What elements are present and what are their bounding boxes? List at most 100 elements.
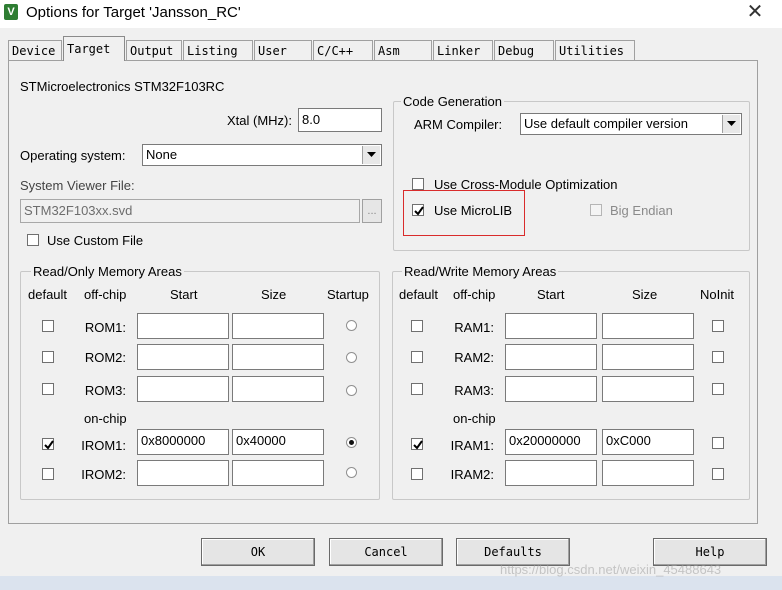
iram2-label: IRAM2: [450,467,494,482]
rom1-default-checkbox[interactable] [42,320,54,332]
tab-asm[interactable]: Asm [374,40,432,60]
ram3-default-checkbox[interactable] [411,383,423,395]
rom1-size-input[interactable] [232,313,324,339]
iram2-default-checkbox[interactable] [411,468,423,480]
rw-header-noinit: NoInit [700,287,734,302]
tab-debug[interactable]: Debug [494,40,554,60]
watermark: https://blog.csdn.net/weixin_45488643 [500,562,722,577]
custom-file-checkbox[interactable] [27,234,39,246]
chevron-down-icon [722,115,740,133]
tab-listing[interactable]: Listing [183,40,253,60]
iram2-start-input[interactable] [505,460,597,486]
rom2-default-checkbox[interactable] [42,351,54,363]
read-write-title: Read/Write Memory Areas [402,264,559,279]
taskbar-strip [0,576,782,590]
ram2-label: RAM2: [454,350,494,365]
ram3-start-input[interactable] [505,376,597,402]
iram1-default-checkbox[interactable] [411,438,423,450]
read-only-title: Read/Only Memory Areas [31,264,184,279]
ram1-size-input[interactable] [602,313,694,339]
rom2-startup-radio[interactable] [346,352,357,363]
ram2-noinit-checkbox[interactable] [712,351,724,363]
rw-onchip-label: on-chip [453,411,496,426]
rom1-label: ROM1: [84,320,126,335]
rom3-start-input[interactable] [137,376,229,402]
compiler-label: ARM Compiler: [414,117,503,132]
tab-utilities[interactable]: Utilities [555,40,635,60]
ram2-start-input[interactable] [505,344,597,370]
rw-header-size: Size [632,287,658,302]
iram2-size-input[interactable] [602,460,694,486]
os-select[interactable]: None [142,144,382,166]
ro-header-size: Size [261,287,287,302]
ro-header-default: default [28,287,68,302]
irom2-startup-radio[interactable] [346,467,357,478]
iram1-noinit-checkbox[interactable] [712,437,724,449]
tab-device[interactable]: Device [8,40,62,60]
ram3-size-input[interactable] [602,376,694,402]
svd-label: System Viewer File: [20,178,135,193]
ram1-label: RAM1: [454,320,494,335]
os-label: Operating system: [20,148,126,163]
irom1-default-checkbox[interactable] [42,438,54,450]
tab-cpp[interactable]: C/C++ [313,40,373,60]
tab-target[interactable]: Target [63,36,125,61]
radio-selected-dot [349,440,354,445]
svd-input[interactable]: STM32F103xx.svd [20,199,360,223]
cross-module-checkbox[interactable] [412,178,424,190]
device-name: STMicroelectronics STM32F103RC [20,79,225,94]
rom1-startup-radio[interactable] [346,320,357,331]
big-endian-checkbox[interactable] [590,204,602,216]
rom2-start-input[interactable] [137,344,229,370]
ram1-start-input[interactable] [505,313,597,339]
ro-header-offchip: off-chip [84,287,127,302]
cancel-button[interactable]: Cancel [329,538,443,566]
close-icon: ✕ [746,1,764,23]
custom-file-label: Use Custom File [47,233,144,248]
ro-header-startup: Startup [327,287,369,302]
ram1-noinit-checkbox[interactable] [712,320,724,332]
irom1-startup-radio[interactable] [346,437,357,448]
checkmark-icon [413,440,423,450]
rom3-size-input[interactable] [232,376,324,402]
window-title: Options for Target 'Jansson_RC' [26,4,241,21]
ram3-noinit-checkbox[interactable] [712,383,724,395]
title-bar: V Options for Target 'Jansson_RC' ✕ [0,0,782,28]
rom2-label: ROM2: [84,350,126,365]
xtal-label: Xtal (MHz): [227,113,292,128]
svd-browse-button[interactable]: ... [362,199,382,223]
irom2-label: IROM2: [81,467,126,482]
code-generation-title: Code Generation [401,94,505,109]
iram1-start-input[interactable]: 0x20000000 [505,429,597,455]
compiler-select[interactable]: Use default compiler version [520,113,742,135]
tab-output[interactable]: Output [126,40,182,60]
rw-header-offchip: off-chip [453,287,496,302]
ram1-default-checkbox[interactable] [411,320,423,332]
ram2-size-input[interactable] [602,344,694,370]
irom2-size-input[interactable] [232,460,324,486]
ok-button[interactable]: OK [201,538,315,566]
rom3-label: ROM3: [84,383,126,398]
close-button[interactable]: ✕ [744,1,766,23]
rom3-startup-radio[interactable] [346,385,357,396]
ram2-default-checkbox[interactable] [411,351,423,363]
checkmark-icon [44,440,54,450]
ram3-label: RAM3: [454,383,494,398]
iram2-noinit-checkbox[interactable] [712,468,724,480]
os-select-value: None [146,147,178,162]
big-endian-label: Big Endian [610,203,673,218]
rom1-start-input[interactable] [137,313,229,339]
irom2-start-input[interactable] [137,460,229,486]
irom1-start-input[interactable]: 0x8000000 [137,429,229,455]
irom1-size-input[interactable]: 0x40000 [232,429,324,455]
rom3-default-checkbox[interactable] [42,383,54,395]
chevron-down-icon [362,146,380,164]
iram1-size-input[interactable]: 0xC000 [602,429,694,455]
irom2-default-checkbox[interactable] [42,468,54,480]
tab-linker[interactable]: Linker [433,40,493,60]
rw-header-default: default [399,287,439,302]
microlib-highlight-box [403,190,525,236]
rom2-size-input[interactable] [232,344,324,370]
tab-user[interactable]: User [254,40,312,60]
xtal-input[interactable]: 8.0 [298,108,382,132]
